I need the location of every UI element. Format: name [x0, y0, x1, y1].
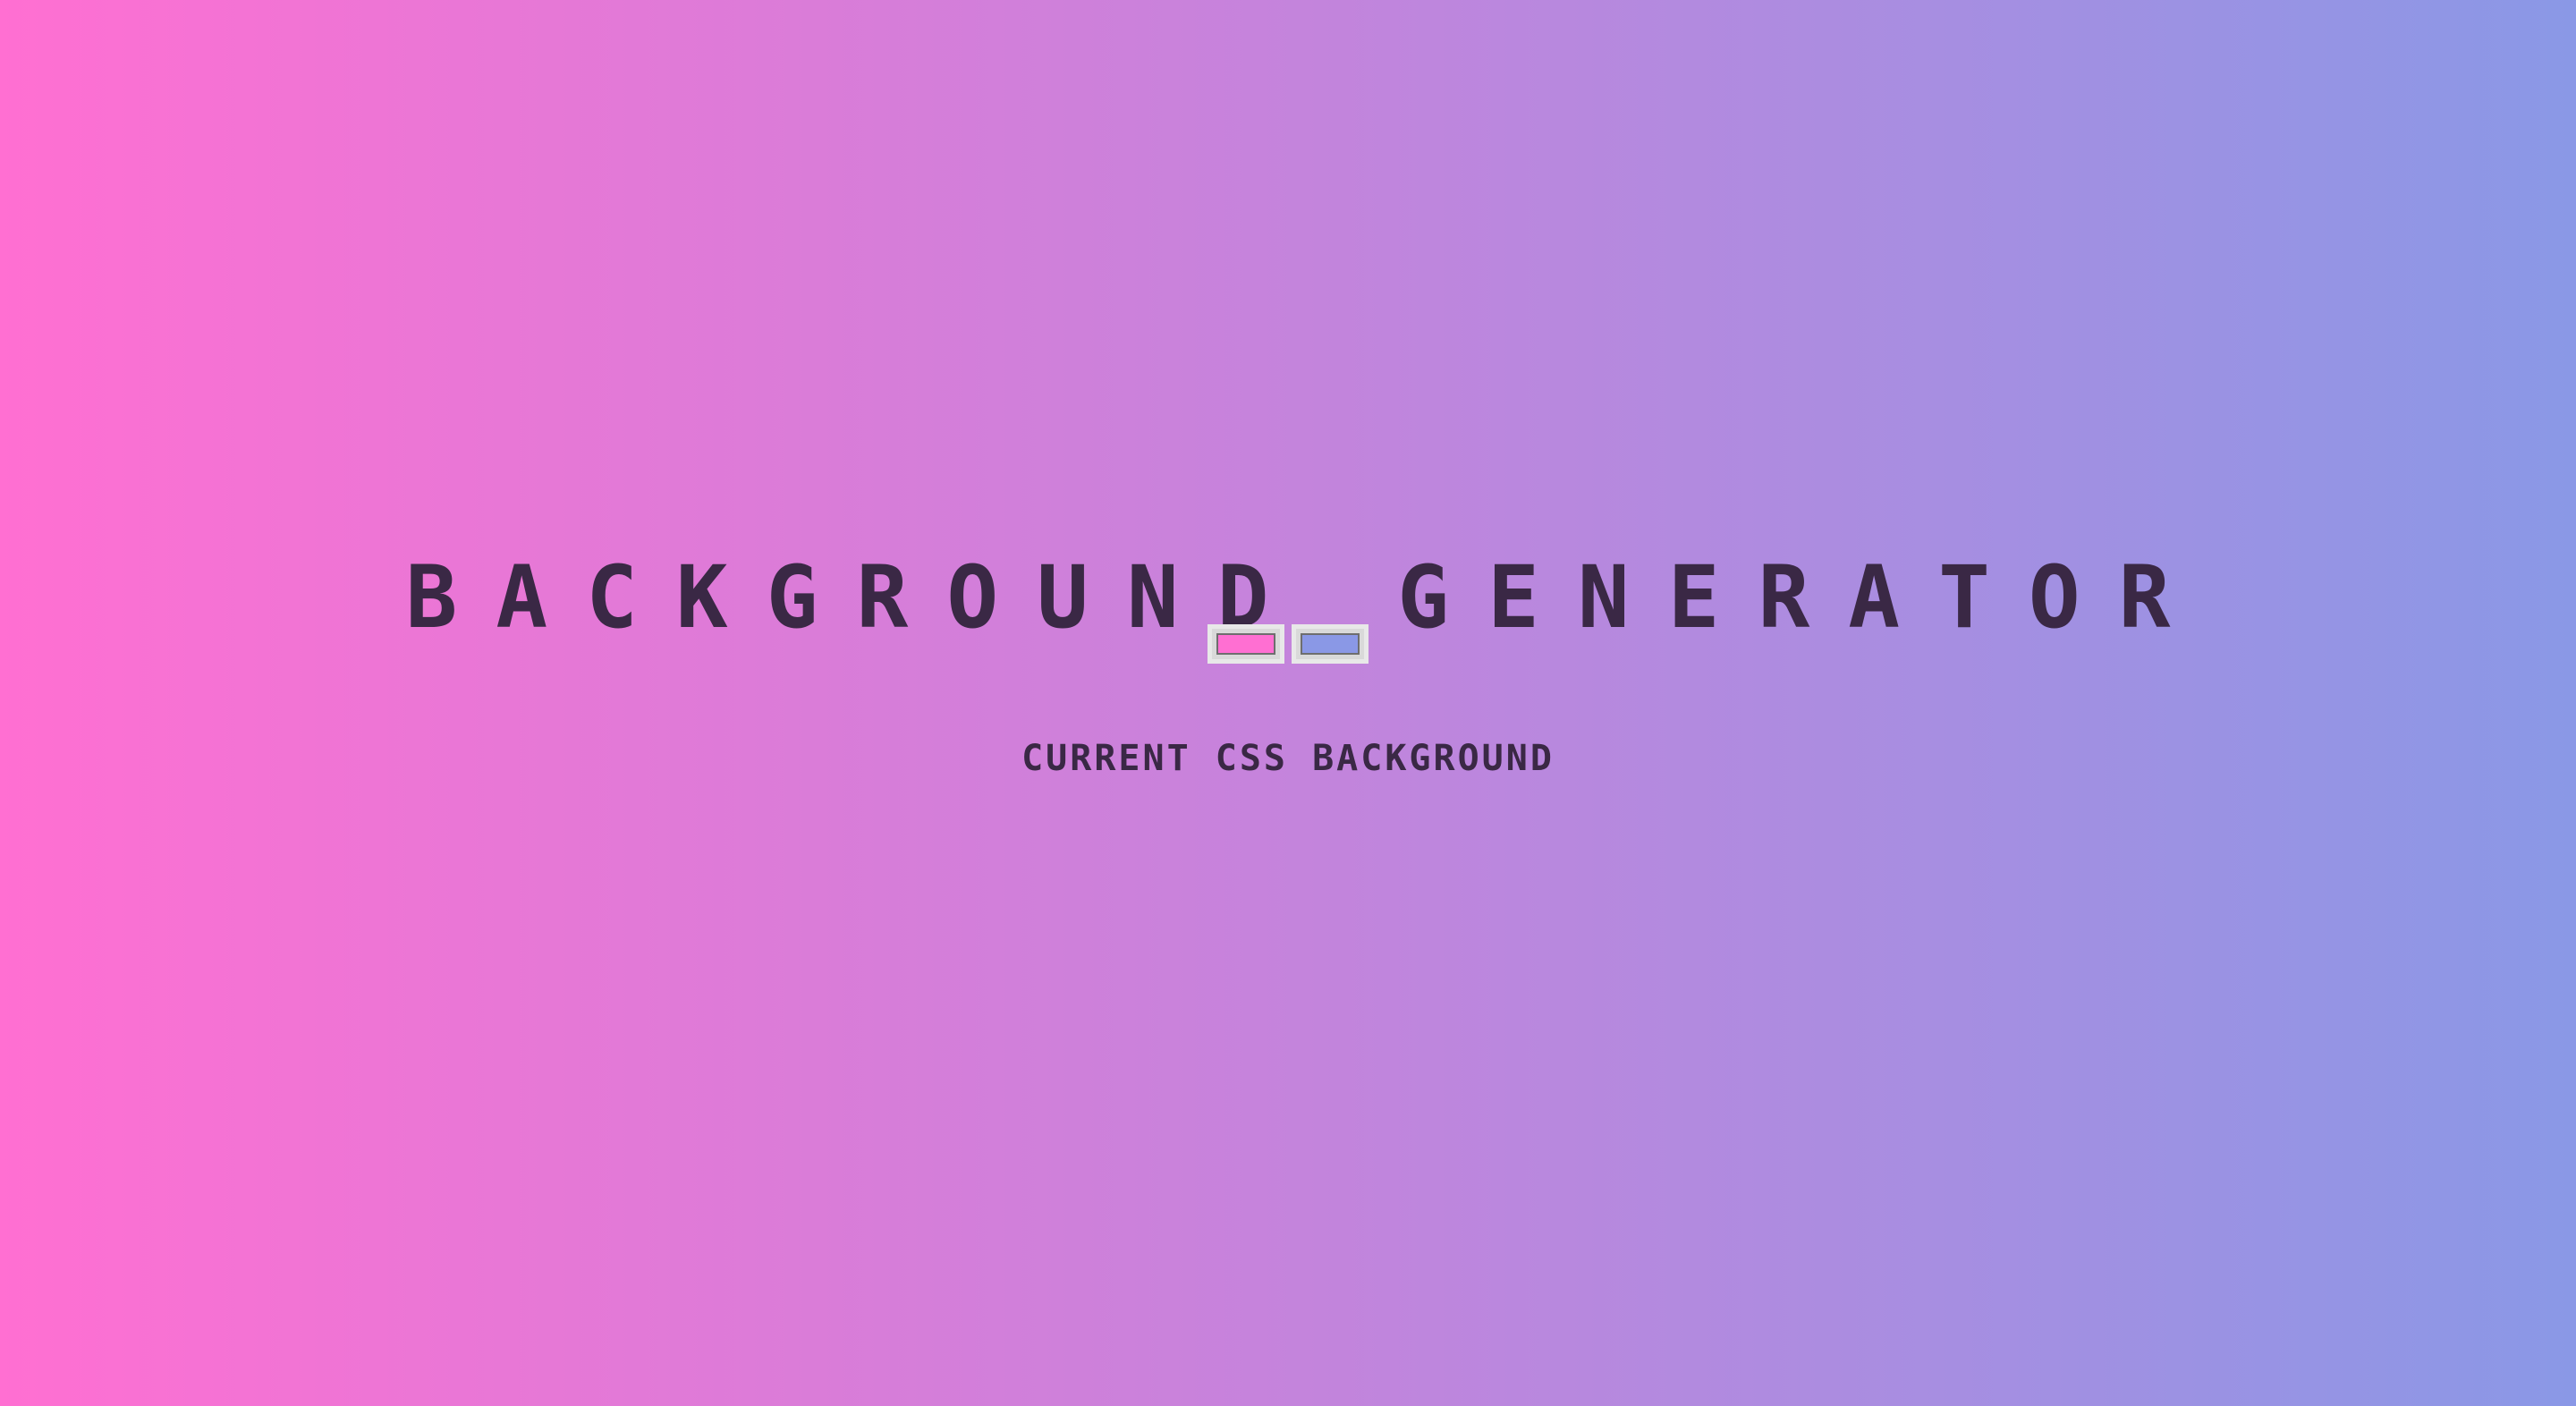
color-swatch-1 [1216, 633, 1275, 655]
color-input-1[interactable] [1208, 624, 1284, 664]
page-container: BACKGROUND GENERATOR CURRENT CSS BACKGRO… [0, 0, 2576, 1406]
color-swatch-2 [1301, 633, 1360, 655]
css-background-label: CURRENT CSS BACKGROUND [1021, 738, 1555, 779]
color-input-2[interactable] [1292, 624, 1368, 664]
color-pickers [0, 624, 2576, 664]
